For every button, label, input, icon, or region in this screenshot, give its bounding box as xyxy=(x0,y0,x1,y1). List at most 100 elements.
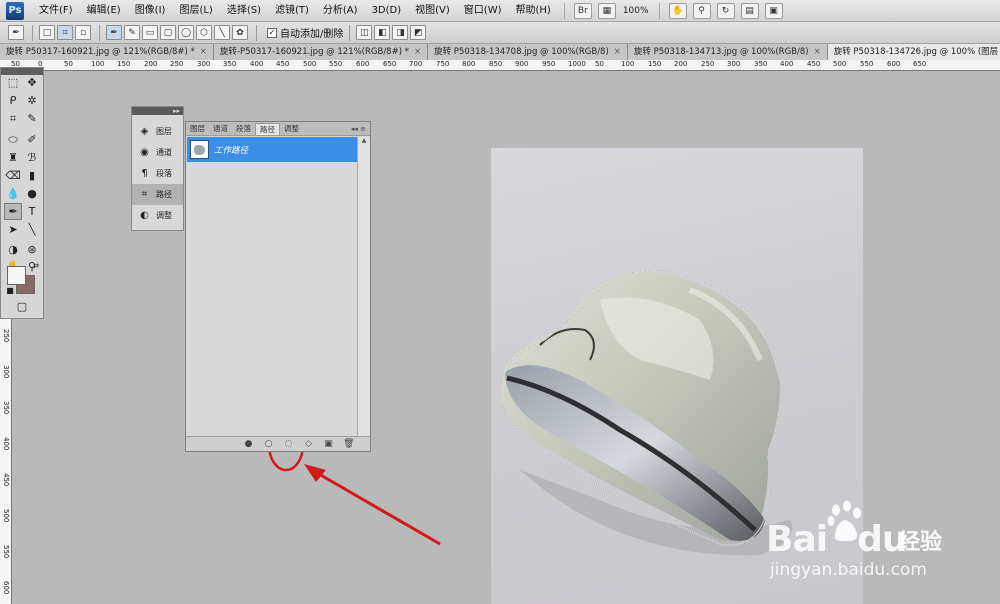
dodge-icon[interactable]: ● xyxy=(23,185,41,202)
dock-item-paths[interactable]: ⌗ 路径 xyxy=(132,184,183,205)
tab-document-4[interactable]: 旋转 P50318-134713.jpg @ 100%(RGB/8) × xyxy=(627,44,828,60)
new-path-button[interactable]: ▣ xyxy=(323,439,334,449)
tab-paragraph[interactable]: 段落 xyxy=(232,123,255,135)
move-icon[interactable]: ✥ xyxy=(23,74,41,91)
bridge-button[interactable]: Br xyxy=(573,2,592,19)
magic-wand-icon[interactable]: ✲ xyxy=(23,92,41,109)
exclude-path-icon[interactable]: ◩ xyxy=(410,25,427,40)
menu-help[interactable]: 帮助(H) xyxy=(509,0,558,22)
path-selection-icon[interactable]: ➤ xyxy=(4,221,22,238)
ruler-tick-label: 300 xyxy=(727,60,741,68)
menu-view[interactable]: 视图(V) xyxy=(408,0,457,22)
screen-mode-icon[interactable]: ▣ xyxy=(764,2,783,19)
eraser-icon[interactable]: ⌫ xyxy=(4,167,22,184)
lasso-icon[interactable]: ᑭ xyxy=(4,92,22,109)
hand-tool-icon[interactable]: ✋ xyxy=(668,2,687,19)
dock-item-channels[interactable]: ◉ 通道 xyxy=(132,142,183,163)
blur-icon[interactable]: 💧 xyxy=(4,185,22,202)
panel-scrollbar[interactable]: ▲ xyxy=(357,137,370,438)
marquee-icon[interactable]: ⬚ xyxy=(4,74,22,91)
tab-paths[interactable]: 路径 xyxy=(255,123,280,135)
history-brush-icon[interactable]: ℬ xyxy=(23,149,41,166)
dock-item-paragraph[interactable]: ¶ 段落 xyxy=(132,163,183,184)
fill-path-button[interactable]: ● xyxy=(243,439,254,449)
delete-path-button[interactable]: 🗑 xyxy=(343,439,354,449)
photoshop-logo: Ps xyxy=(6,1,24,20)
crop-icon[interactable]: ⌗ xyxy=(4,110,22,127)
default-colors-icon[interactable]: ■ xyxy=(1,282,19,299)
paths-mode-icon[interactable]: ⌗ xyxy=(57,25,73,40)
pen-tool-preset-icon[interactable]: ✒ xyxy=(8,25,24,40)
horizontal-ruler[interactable]: 50 0 50 100 150 200 250 300 350 400 450 500 550 600 65… xyxy=(0,60,1000,71)
pen-icon[interactable]: ✒ xyxy=(106,25,122,40)
healing-brush-icon[interactable]: ⬭ xyxy=(4,131,22,148)
tab-document-2[interactable]: 旋转-P50317-160921.jpg @ 121%(RGB/8#) * × xyxy=(213,44,429,60)
auto-add-delete-label: 自动添加/删除 xyxy=(280,29,344,40)
close-icon[interactable]: × xyxy=(414,47,421,57)
dock-item-adjustments[interactable]: ◐ 调整 xyxy=(132,205,183,226)
ellipse-icon[interactable]: ◯ xyxy=(178,25,194,40)
close-icon[interactable]: × xyxy=(200,47,207,57)
type-tool-icon[interactable]: T xyxy=(23,203,41,220)
close-icon[interactable]: × xyxy=(614,47,621,57)
menu-file[interactable]: 文件(F) xyxy=(32,0,80,22)
polygon-icon[interactable]: ⬡ xyxy=(196,25,212,40)
dock-item-layers[interactable]: ◈ 图层 xyxy=(132,121,183,142)
paragraph-icon: ¶ xyxy=(141,168,148,179)
clone-stamp-icon[interactable]: ♜ xyxy=(4,149,22,166)
swap-colors-icon[interactable]: ⇄ xyxy=(27,261,45,271)
tab-document-1[interactable]: 旋转 P50317-160921.jpg @ 121%(RGB/8#) * × xyxy=(0,44,214,60)
menu-analysis[interactable]: 分析(A) xyxy=(316,0,365,22)
intersect-path-icon[interactable]: ◨ xyxy=(392,25,409,40)
path-thumbnail xyxy=(190,140,209,159)
stroke-path-button[interactable]: ○ xyxy=(263,439,274,449)
add-to-path-icon[interactable]: ◫ xyxy=(356,25,373,40)
shape-layers-icon[interactable]: □ xyxy=(39,25,55,40)
ruler-tick-label: 550 xyxy=(860,60,874,68)
menu-filter[interactable]: 滤镜(T) xyxy=(268,0,316,22)
tab-layers[interactable]: 图层 xyxy=(186,123,209,135)
3d-rotate-icon[interactable]: ◑ xyxy=(4,241,22,258)
custom-shape-icon[interactable]: ✿ xyxy=(232,25,248,40)
pen-tool-icon[interactable]: ✒ xyxy=(4,203,22,220)
tab-adjustments[interactable]: 调整 xyxy=(280,123,303,135)
rotate-view-icon[interactable]: ↻ xyxy=(716,2,735,19)
line-icon[interactable]: ╲ xyxy=(214,25,230,40)
fill-pixels-icon[interactable]: ▫ xyxy=(75,25,91,40)
menu-layer[interactable]: 图层(L) xyxy=(172,0,219,22)
panel-menu-icon[interactable]: ◂◂ ≡ xyxy=(351,123,370,135)
quick-mask-icon[interactable]: ▢ xyxy=(13,298,31,315)
line-tool-icon[interactable]: ╲ xyxy=(23,221,41,238)
brush-icon[interactable]: ✐ xyxy=(23,131,41,148)
work-path-row[interactable]: 工作路径 xyxy=(187,137,357,162)
view-extras-icon[interactable]: ▦ xyxy=(597,2,616,19)
make-work-path-button[interactable]: ◇ xyxy=(303,439,314,449)
arrange-documents-icon[interactable]: ▤ xyxy=(740,2,759,19)
ruler-tick-label: 400 xyxy=(780,60,794,68)
gradient-icon[interactable]: ▮ xyxy=(23,167,41,184)
dock-collapse-button[interactable]: ▸▸ xyxy=(132,107,183,115)
checkbox-mark[interactable]: ✓ xyxy=(267,27,277,38)
freeform-pen-icon[interactable]: ✎ xyxy=(124,25,140,40)
tab-document-3[interactable]: 旋转 P50318-134708.jpg @ 100%(RGB/8) × xyxy=(428,44,628,60)
menu-3d[interactable]: 3D(D) xyxy=(365,0,409,22)
tab-channels[interactable]: 通道 xyxy=(209,123,232,135)
menu-window[interactable]: 窗口(W) xyxy=(457,0,509,22)
close-icon[interactable]: × xyxy=(814,47,821,57)
zoom-level[interactable]: 100% xyxy=(619,6,653,16)
auto-add-delete-checkbox[interactable]: ✓ 自动添加/删除 xyxy=(267,25,343,40)
3d-orbit-icon[interactable]: ⊛ xyxy=(23,241,41,258)
subtract-path-icon[interactable]: ◧ xyxy=(374,25,391,40)
tab-document-5-active[interactable]: 旋转 P50318-134726.jpg @ 100% (图层 0, RGB/8… xyxy=(827,44,1000,60)
rectangle-icon[interactable]: ▭ xyxy=(142,25,158,40)
zoom-tool-icon[interactable]: ⚲ xyxy=(692,2,711,19)
eyedropper-icon[interactable]: ✎ xyxy=(23,110,41,127)
dock-item-label: 路径 xyxy=(156,190,172,199)
scroll-up-icon[interactable]: ▲ xyxy=(358,137,370,144)
menu-image[interactable]: 图像(I) xyxy=(128,0,173,22)
menu-edit[interactable]: 编辑(E) xyxy=(80,0,128,22)
panel-dock: ▸▸ ◈ 图层 ◉ 通道 ¶ 段落 ⌗ 路径 ◐ 调整 xyxy=(131,106,184,231)
menu-select[interactable]: 选择(S) xyxy=(220,0,268,22)
load-path-as-selection-button[interactable]: ◌ xyxy=(283,439,294,449)
rounded-rectangle-icon[interactable]: ▢ xyxy=(160,25,176,40)
